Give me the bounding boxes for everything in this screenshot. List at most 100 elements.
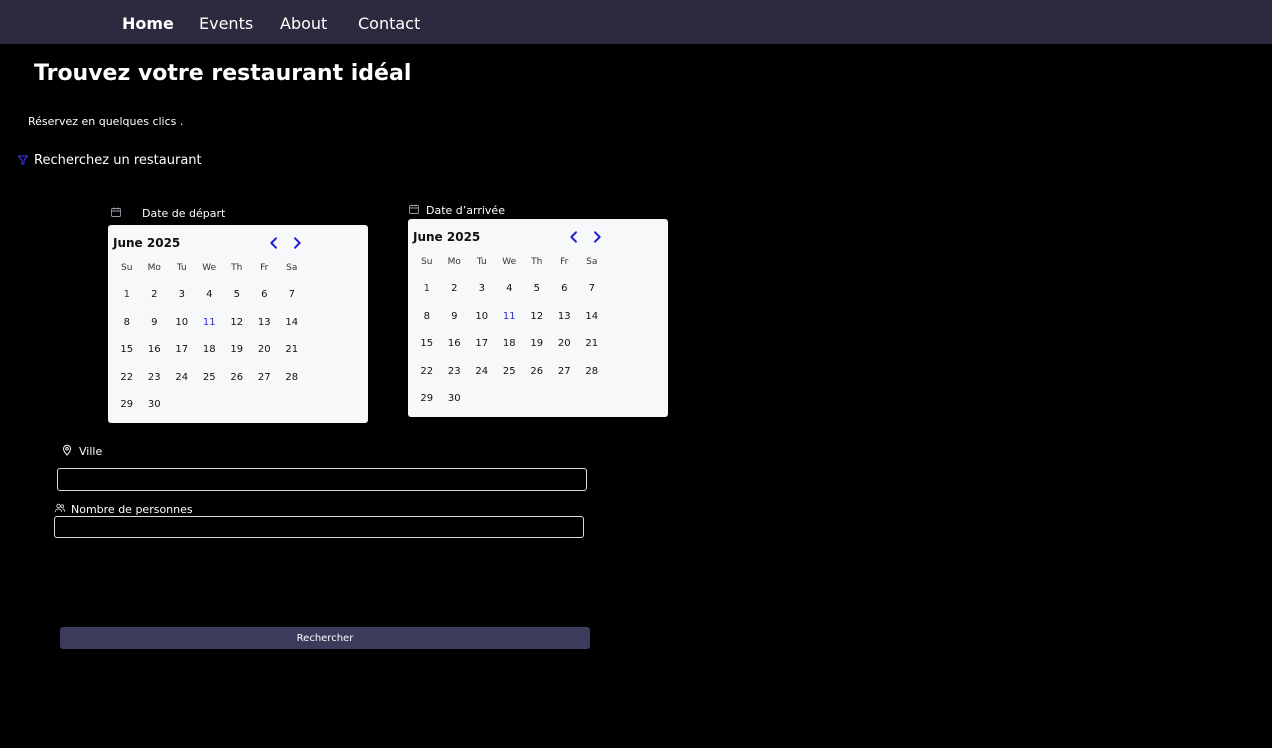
calendar-day[interactable]: 6 bbox=[251, 281, 279, 309]
calendar-day[interactable]: 24 bbox=[168, 364, 196, 392]
rechercher-button[interactable]: Rechercher bbox=[60, 627, 590, 649]
calendar-day[interactable]: 26 bbox=[223, 364, 251, 392]
nav-link-about[interactable]: About bbox=[280, 14, 327, 33]
calendar-weekday-label: Sa bbox=[586, 257, 598, 267]
calendar-day[interactable]: 3 bbox=[168, 281, 196, 309]
calendar-day[interactable]: 24 bbox=[468, 358, 496, 386]
calendar-day[interactable]: 22 bbox=[113, 364, 141, 392]
calendar-day[interactable]: 6 bbox=[551, 275, 579, 303]
calendar-day[interactable]: 7 bbox=[278, 281, 306, 309]
nav-link-home[interactable]: Home bbox=[122, 14, 174, 33]
calendar-day[interactable]: 12 bbox=[223, 309, 251, 337]
calendar-day[interactable]: 27 bbox=[251, 364, 279, 392]
calendar-days: 1 2 3 4 5 6 7 8 9 10 11 12 13 14 15 16 17 18 19 20 21 22 23 24 2… bbox=[113, 281, 306, 419]
calendar-day[interactable]: 4 bbox=[196, 281, 224, 309]
calendar-day[interactable]: 20 bbox=[551, 330, 579, 358]
calendar-day[interactable]: 11 bbox=[196, 309, 224, 337]
ville-label: Ville bbox=[79, 445, 103, 458]
calendar-day[interactable]: 8 bbox=[413, 303, 441, 331]
calendar-day[interactable]: 25 bbox=[496, 358, 524, 386]
calendar-day[interactable]: 29 bbox=[113, 391, 141, 419]
calendar-day[interactable]: 1 bbox=[413, 275, 441, 303]
calendar-weekday-label: Tu bbox=[476, 257, 487, 267]
calendar-day[interactable]: 23 bbox=[441, 358, 469, 386]
personnes-input[interactable] bbox=[54, 516, 584, 538]
search-section-header: Recherchez un restaurant bbox=[17, 151, 202, 170]
calendar-day[interactable]: 13 bbox=[251, 309, 279, 337]
calendar-grid: Su Mo Tu We Th Fr Sa 1 2 3 4 5 6 7 8 9 10 11 12 13 14 15 16 17… bbox=[113, 263, 306, 419]
date-arrivee-label-row: Date d’arrivée bbox=[408, 203, 505, 218]
calendar-day[interactable]: 17 bbox=[168, 336, 196, 364]
calendar-day[interactable]: 12 bbox=[523, 303, 551, 331]
calendar-day[interactable]: 21 bbox=[578, 330, 606, 358]
calendar-weekday-header: Su Mo Tu We Th Fr Sa bbox=[113, 263, 306, 277]
nav-link-events[interactable]: Events bbox=[199, 14, 253, 33]
calendar-day[interactable]: 26 bbox=[523, 358, 551, 386]
calendar-days: 1 2 3 4 5 6 7 8 9 10 11 12 13 14 15 16 17 18 19 20 21 22 23 24 2… bbox=[413, 275, 606, 413]
page-title: Trouvez votre restaurant idéal bbox=[34, 61, 412, 86]
calendar-weekday-label: We bbox=[502, 257, 517, 267]
calendar-day[interactable]: 2 bbox=[141, 281, 169, 309]
calendar-day[interactable]: 28 bbox=[578, 358, 606, 386]
top-navbar: Home Events About Contact bbox=[0, 0, 1272, 44]
calendar-day[interactable]: 23 bbox=[141, 364, 169, 392]
calendar-day[interactable]: 5 bbox=[223, 281, 251, 309]
calendar-day[interactable]: 2 bbox=[441, 275, 469, 303]
date-depart-label: Date de départ bbox=[142, 207, 226, 220]
calendar-day[interactable]: 5 bbox=[523, 275, 551, 303]
calendar-day[interactable]: 25 bbox=[196, 364, 224, 392]
calendar-day[interactable]: 9 bbox=[141, 309, 169, 337]
calendar-day[interactable]: 15 bbox=[113, 336, 141, 364]
calendar-day[interactable]: 19 bbox=[523, 330, 551, 358]
calendar-day[interactable]: 14 bbox=[278, 309, 306, 337]
calendar-day[interactable]: 9 bbox=[441, 303, 469, 331]
calendar-day[interactable]: 13 bbox=[551, 303, 579, 331]
calendar-day[interactable]: 11 bbox=[496, 303, 524, 331]
calendar-day[interactable]: 20 bbox=[251, 336, 279, 364]
nav-link-contact[interactable]: Contact bbox=[358, 14, 420, 33]
calendar-weekday-header: Su Mo Tu We Th Fr Sa bbox=[413, 257, 606, 271]
calendar-day[interactable]: 29 bbox=[413, 385, 441, 413]
calendar-day[interactable]: 15 bbox=[413, 330, 441, 358]
calendar-day[interactable]: 22 bbox=[413, 358, 441, 386]
calendar-day[interactable]: 10 bbox=[168, 309, 196, 337]
chevron-left-icon[interactable] bbox=[266, 235, 282, 251]
calendar-day[interactable]: 17 bbox=[468, 330, 496, 358]
calendar-day[interactable]: 28 bbox=[278, 364, 306, 392]
calendar-day[interactable]: 3 bbox=[468, 275, 496, 303]
calendar-day[interactable]: 16 bbox=[141, 336, 169, 364]
calendar-day[interactable]: 4 bbox=[496, 275, 524, 303]
calendar-month-title: June 2025 bbox=[413, 230, 481, 244]
calendar-day[interactable]: 30 bbox=[441, 385, 469, 413]
calendar-day[interactable]: 10 bbox=[468, 303, 496, 331]
chevron-right-icon[interactable] bbox=[289, 235, 305, 251]
calendar-day[interactable]: 14 bbox=[578, 303, 606, 331]
calendar-day[interactable]: 27 bbox=[551, 358, 579, 386]
calendar-day[interactable]: 19 bbox=[223, 336, 251, 364]
calendar-weekday-label: Fr bbox=[560, 257, 569, 267]
calendar-weekday-label: Su bbox=[421, 257, 433, 267]
calendar-day[interactable]: 16 bbox=[441, 330, 469, 358]
users-icon bbox=[54, 502, 66, 517]
chevron-left-icon[interactable] bbox=[566, 229, 582, 245]
location-pin-icon bbox=[61, 444, 73, 459]
calendar-day[interactable]: 18 bbox=[196, 336, 224, 364]
filter-icon bbox=[17, 151, 29, 170]
date-depart-label-row: Date de départ bbox=[110, 206, 225, 221]
calendar-weekday-label: Sa bbox=[286, 263, 298, 273]
personnes-label-row: Nombre de personnes bbox=[54, 502, 193, 517]
ville-input[interactable] bbox=[57, 468, 587, 491]
calendar-weekday-label: We bbox=[202, 263, 217, 273]
calendar-day[interactable]: 8 bbox=[113, 309, 141, 337]
calendar-day[interactable]: 1 bbox=[113, 281, 141, 309]
calendar-weekday-label: Fr bbox=[260, 263, 269, 273]
calendar-day[interactable]: 30 bbox=[141, 391, 169, 419]
date-depart-calendar: June 2025 Su Mo Tu We Th Fr Sa 1 2 3 4 5 6 7 8 9 10 11 12… bbox=[108, 225, 368, 423]
calendar-month-title: June 2025 bbox=[113, 236, 181, 250]
calendar-day[interactable]: 21 bbox=[278, 336, 306, 364]
calendar-day[interactable]: 18 bbox=[496, 330, 524, 358]
calendar-weekday-label: Su bbox=[121, 263, 133, 273]
date-arrivee-calendar: June 2025 Su Mo Tu We Th Fr Sa 1 2 3 4 5 6 7 8 9 10 11 12… bbox=[408, 219, 668, 417]
chevron-right-icon[interactable] bbox=[589, 229, 605, 245]
calendar-day[interactable]: 7 bbox=[578, 275, 606, 303]
